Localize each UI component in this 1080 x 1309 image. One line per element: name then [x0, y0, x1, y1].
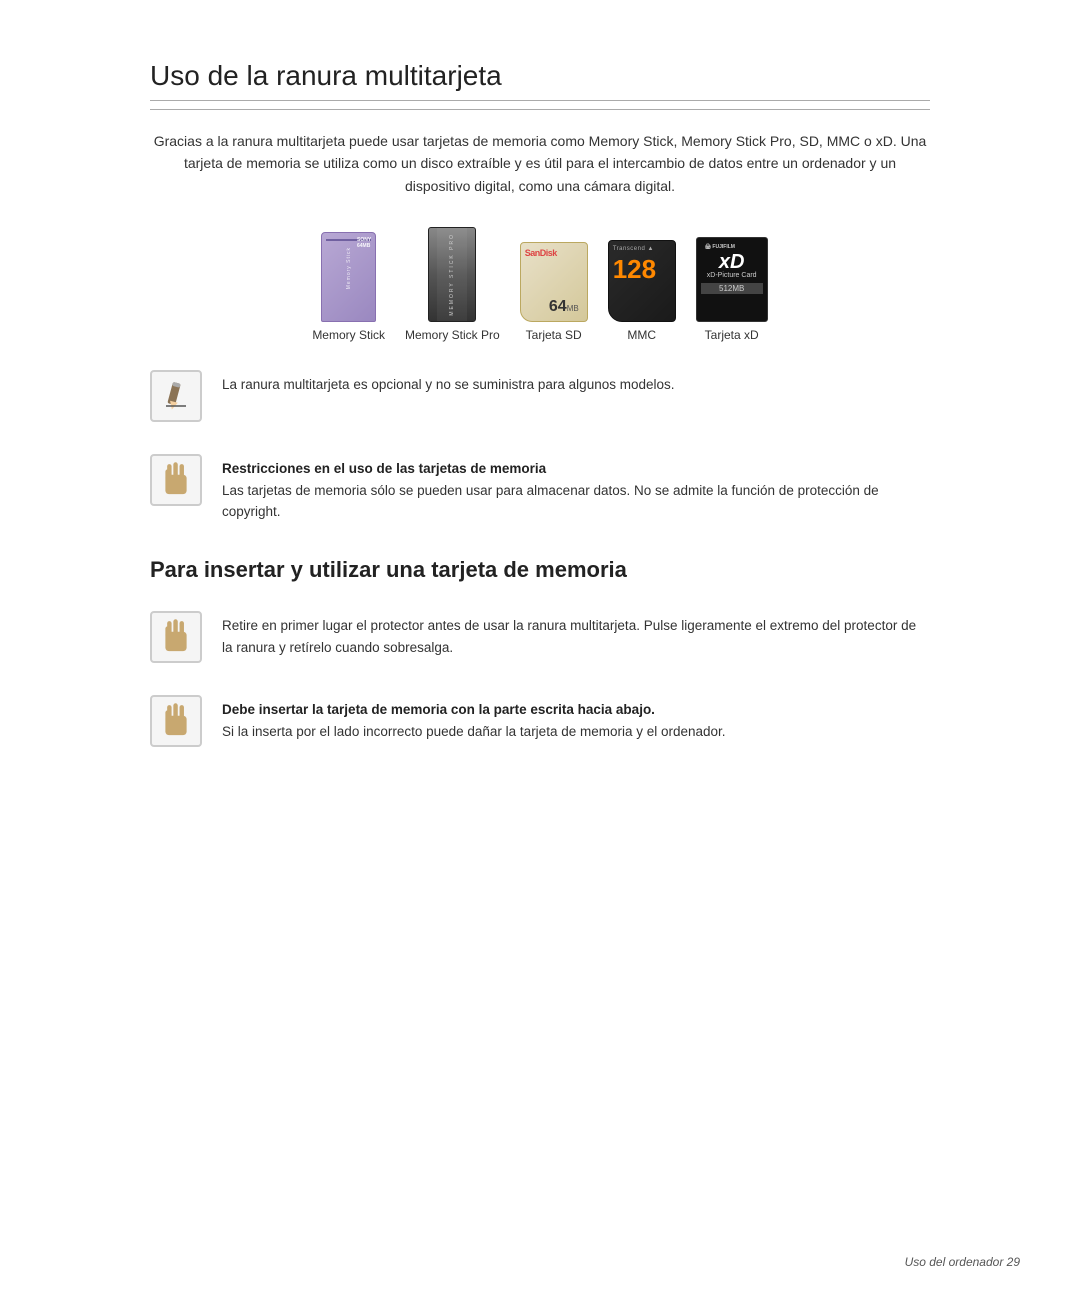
section2-hand1-icon — [150, 611, 202, 663]
section2-note1-text: Retire en primer lugar el protector ante… — [222, 611, 930, 658]
xd-card-item: 🖨 FUJIFILM xD xD-Picture Card 512MB Tarj… — [696, 237, 768, 342]
section2-note2-text: Si la inserta por el lado incorrecto pue… — [222, 724, 726, 739]
note2-title: Restricciones en el uso de las tarjetas … — [222, 461, 546, 476]
mmc-card-visual: Transcend ▲ 128 — [608, 240, 676, 322]
section2-note2-section: Debe insertar la tarjeta de memoria con … — [150, 691, 930, 751]
mmc-card-label: MMC — [627, 328, 656, 342]
pencil-svg — [160, 380, 192, 412]
memory-stick-image: SONY64MB Memory Stick — [321, 232, 376, 322]
xd-card-label: Tarjeta xD — [705, 328, 759, 342]
note-pencil-section: La ranura multitarjeta es opcional y no … — [150, 366, 930, 426]
memory-stick-pro-label: Memory Stick Pro — [405, 328, 500, 342]
section2-hand1-svg — [158, 614, 194, 660]
memory-stick-item: SONY64MB Memory Stick Memory Stick — [312, 232, 385, 342]
note2-text: Las tarjetas de memoria sólo se pueden u… — [222, 483, 879, 520]
sd-card-item: SanDisk 64MB Tarjeta SD — [520, 242, 588, 342]
section2-note2-title: Debe insertar la tarjeta de memoria con … — [222, 702, 655, 717]
hand-icon — [150, 454, 202, 506]
title-divider — [150, 109, 930, 110]
memory-stick-card: SONY64MB Memory Stick — [321, 232, 376, 322]
section2-note2-content: Debe insertar la tarjeta de memoria con … — [222, 695, 930, 742]
sd-card-label: Tarjeta SD — [526, 328, 582, 342]
note2-content: Restricciones en el uso de las tarjetas … — [222, 454, 930, 523]
page-title: Uso de la ranura multitarjeta — [150, 60, 930, 101]
memory-stick-pro-image: MEMORY STICK PRO — [428, 227, 476, 322]
memory-stick-label: Memory Stick — [312, 328, 385, 342]
intro-paragraph: Gracias a la ranura multitarjeta puede u… — [150, 130, 930, 197]
section2-title: Para insertar y utilizar una tarjeta de … — [150, 557, 930, 583]
memory-stick-pro-card: MEMORY STICK PRO — [428, 227, 476, 322]
note-hand-section: Restricciones en el uso de las tarjetas … — [150, 450, 930, 527]
note1-text: La ranura multitarjeta es opcional y no … — [222, 370, 930, 396]
mmc-card-image: Transcend ▲ 128 — [608, 240, 676, 322]
memory-cards-row: SONY64MB Memory Stick Memory Stick MEMOR… — [150, 227, 930, 342]
page-footer: Uso del ordenador 29 — [905, 1255, 1020, 1269]
section2-hand2-svg — [158, 698, 194, 744]
mmc-card-item: Transcend ▲ 128 MMC — [608, 240, 676, 342]
sd-card-image: SanDisk 64MB — [520, 242, 588, 322]
hand-svg — [158, 457, 194, 503]
pencil-icon — [150, 370, 202, 422]
sd-card-visual: SanDisk 64MB — [520, 242, 588, 322]
section2-note1-section: Retire en primer lugar el protector ante… — [150, 607, 930, 667]
section2-hand2-icon — [150, 695, 202, 747]
xd-card-visual: 🖨 FUJIFILM xD xD-Picture Card 512MB — [696, 237, 768, 322]
xd-card-image: 🖨 FUJIFILM xD xD-Picture Card 512MB — [696, 237, 768, 322]
memory-stick-pro-item: MEMORY STICK PRO Memory Stick Pro — [405, 227, 500, 342]
